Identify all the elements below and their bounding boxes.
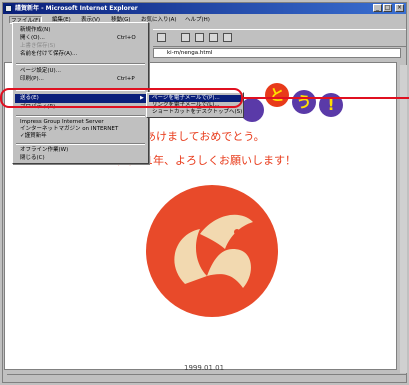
banner-letter: う [292,90,316,114]
greeting-line-1: あけましておめでとう。 [145,130,265,143]
menu-separator [16,143,145,145]
address-text: ki-m/nenga.html [167,50,213,56]
emblem-eye [234,229,240,235]
vertical-scrollbar[interactable] [400,65,407,373]
window-title: 謹賀新年 - Microsoft Internet Explorer [15,5,138,12]
menu-item-recent-2[interactable]: インターネットマガジン on INTERNET [20,126,118,133]
refresh-icon[interactable] [157,33,166,42]
status-bar [7,374,407,383]
toolbar [153,29,406,47]
menu-item-recent-3[interactable]: ✓謹賀新年 [20,133,47,140]
history-icon[interactable] [209,33,218,42]
menu-item-new[interactable]: 新規作成(N) [20,27,50,34]
menu-item-open[interactable]: 開く(O)... [20,35,45,42]
menu-item-recent-1[interactable]: Impress Group Internet Server [20,119,104,126]
print-icon[interactable] [223,33,232,42]
address-input[interactable]: ki-m/nenga.html [153,48,401,58]
menu-separator [16,63,145,65]
menu-item-save[interactable]: 上書き保存(S) [20,43,55,50]
emblem-circle [146,185,278,317]
annotation-pointer-line [243,97,409,99]
annotation-highlight-box [0,88,243,108]
banner-letter: と [265,83,289,107]
menu-item-page-setup[interactable]: ページ設定(U)... [20,68,61,75]
footer-date: 1999.01.01 [184,364,225,372]
maximize-button[interactable]: □ [383,4,392,12]
ie-app-icon[interactable] [5,5,12,12]
shortcut-print: Ctrl+P [117,76,135,82]
menu-help[interactable]: ヘルプ(H) [185,16,210,24]
submenu-item-shortcut-desktop[interactable]: ショートカットをデスクトップへ(S) [152,109,242,116]
shortcut-open: Ctrl+O [117,35,136,41]
menu-separator [16,115,145,117]
minimize-button[interactable]: _ [373,4,382,12]
search-icon[interactable] [181,33,190,42]
favorites-icon[interactable] [195,33,204,42]
menu-item-offline[interactable]: オフライン作業(W) [20,147,68,154]
menu-item-print[interactable]: 印刷(P)... [20,76,44,83]
title-bar: 謹賀新年 - Microsoft Internet Explorer _ □ × [3,3,406,14]
rabbit-emblem-image [146,185,278,317]
address-bar: ki-m/nenga.html [153,47,406,59]
close-button[interactable]: × [395,4,404,12]
menu-item-close[interactable]: 閉じる(C) [20,155,45,162]
menu-item-save-as[interactable]: 名前を付けて保存(A)... [20,51,77,58]
